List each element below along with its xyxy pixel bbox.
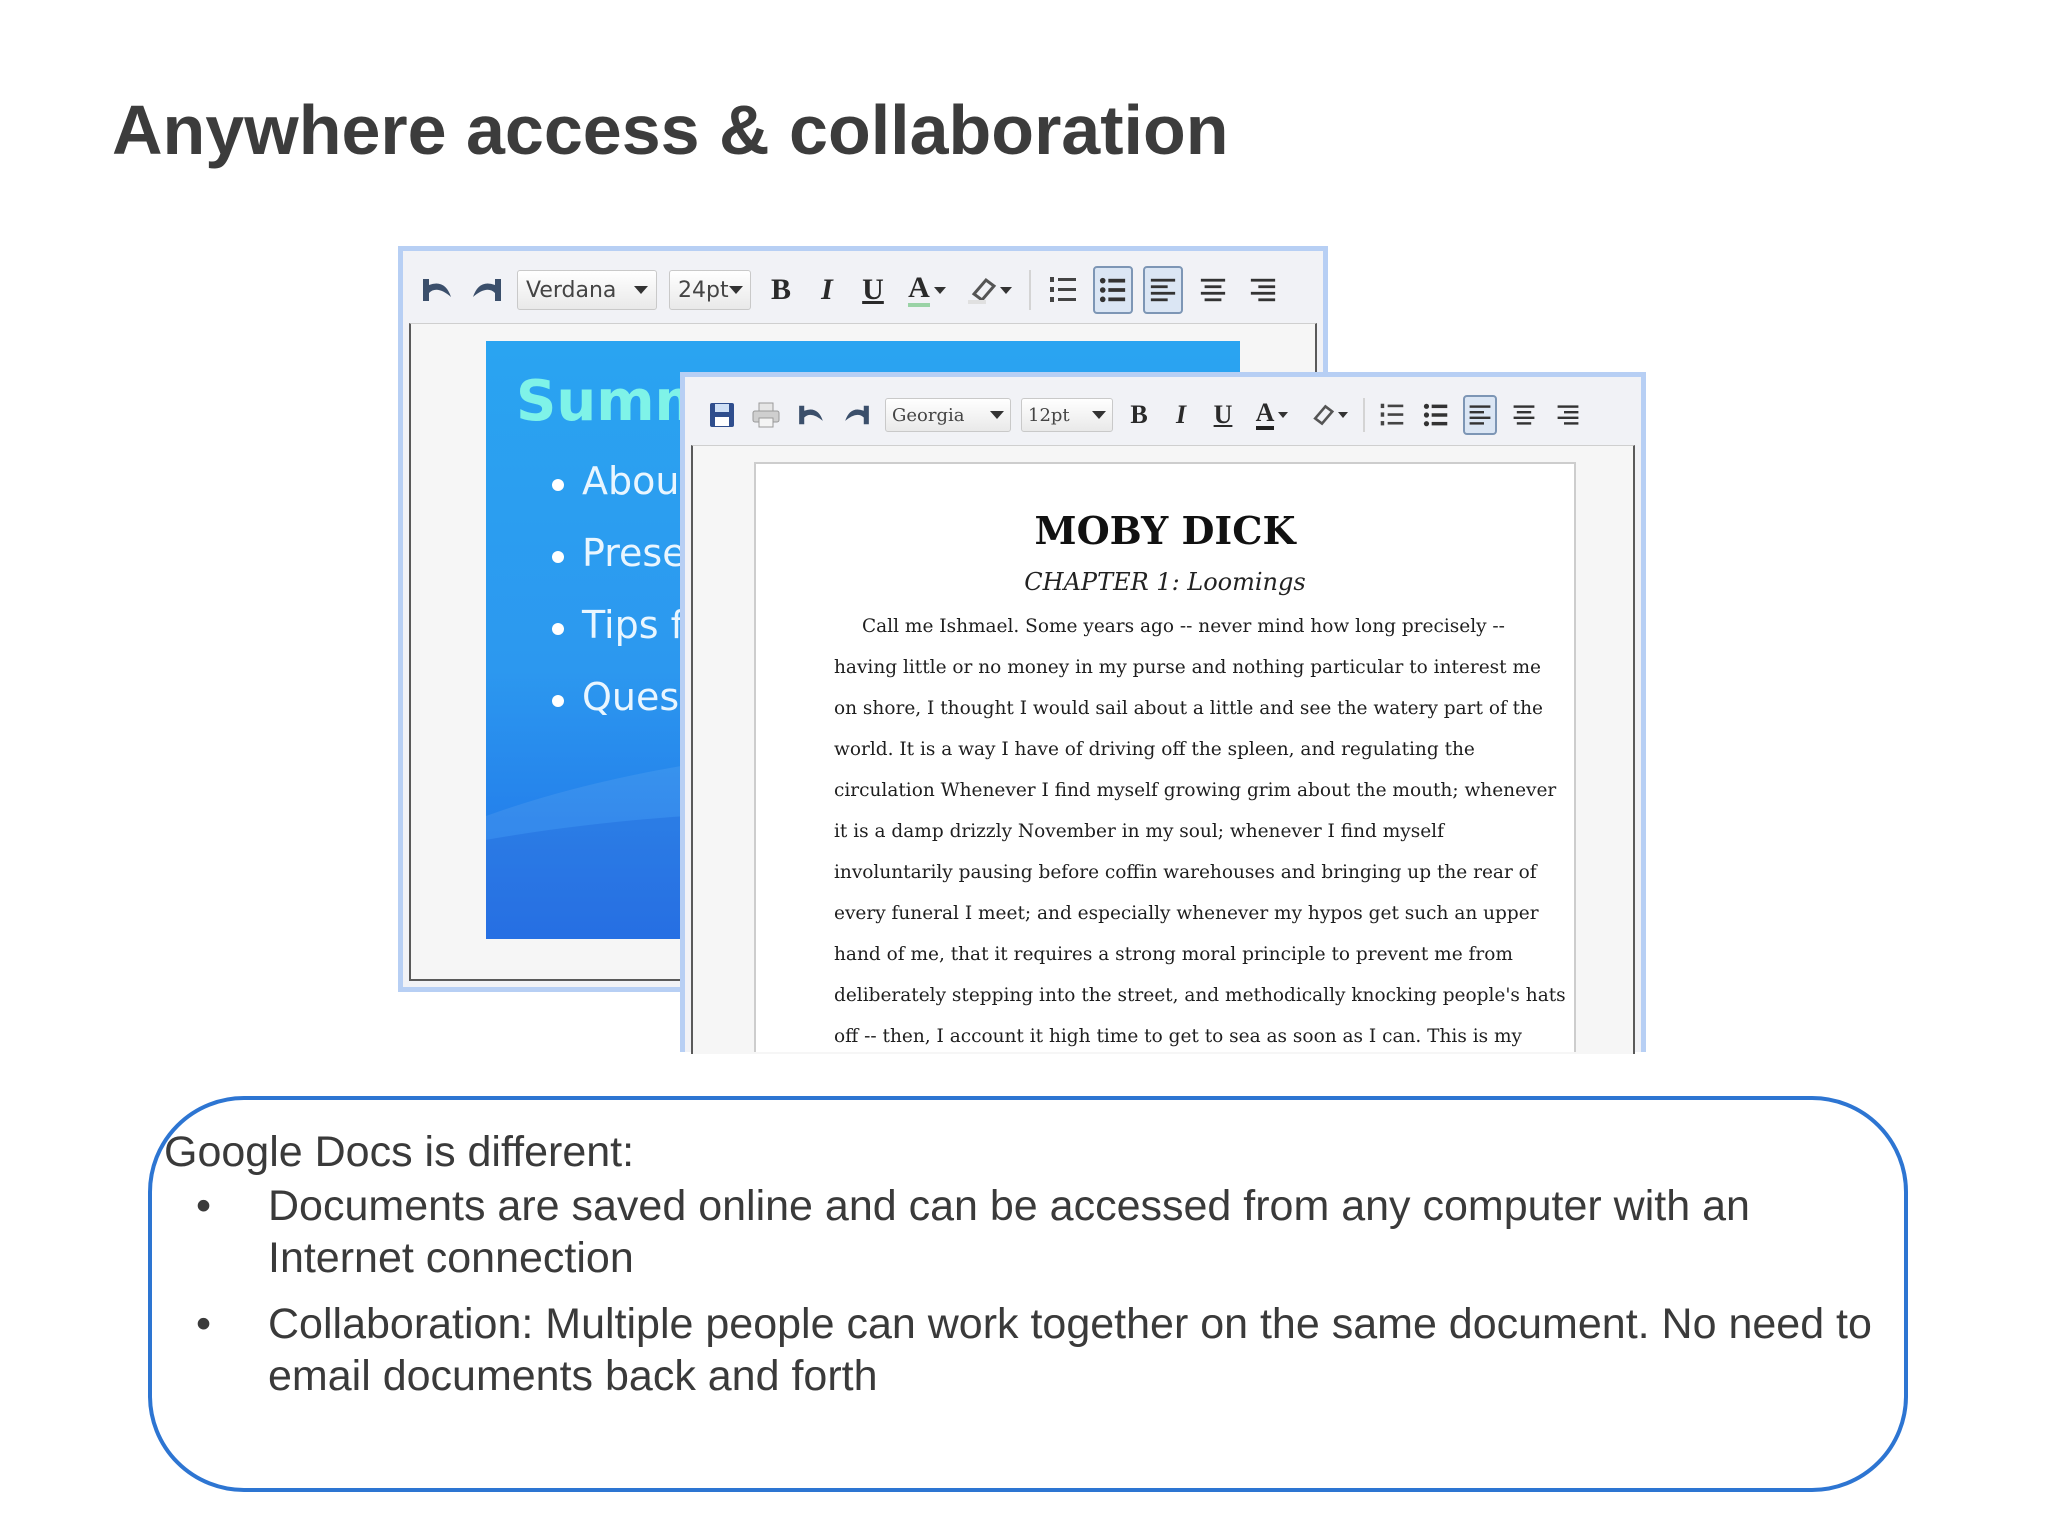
align-left-button[interactable] xyxy=(1143,266,1183,314)
align-center-icon xyxy=(1200,278,1226,302)
highlight-button[interactable] xyxy=(1305,395,1351,435)
document-line: circulation Whenever I find myself growi… xyxy=(834,780,1557,801)
font-family-select[interactable]: Verdana xyxy=(517,270,657,310)
callout-item-text: Collaboration: Multiple people can work … xyxy=(268,1300,1872,1400)
bullet-glyph: • xyxy=(196,1182,212,1230)
document-line: Call me Ishmael. Some years ago -- never… xyxy=(862,616,1505,637)
document-line: involuntarily pausing before coffin ware… xyxy=(834,862,1537,883)
bulleted-list-icon xyxy=(1099,277,1126,303)
document-title: MOBY DICK xyxy=(1034,508,1296,553)
align-right-icon xyxy=(1557,405,1579,425)
document-line: world. It is a way I have of driving off… xyxy=(834,739,1475,760)
undo-icon xyxy=(799,405,823,425)
chevron-down-icon xyxy=(1338,412,1348,418)
bulleted-list-button[interactable] xyxy=(1419,395,1453,435)
highlight-icon xyxy=(968,277,997,304)
align-right-button[interactable] xyxy=(1551,395,1585,435)
align-center-button[interactable] xyxy=(1193,266,1233,314)
font-size-value: 12pt xyxy=(1028,404,1070,426)
document-line: hand of me, that it requires a strong mo… xyxy=(834,944,1513,965)
presentation-toolbar: Verdana 24pt B I U A xyxy=(409,257,1317,323)
document-body: Call me Ishmael. Some years ago -- never… xyxy=(834,606,1566,1052)
bullet-glyph: • xyxy=(196,1300,212,1348)
chevron-down-icon xyxy=(1092,411,1106,419)
italic-button[interactable]: I xyxy=(1165,395,1197,435)
callout-list: • Documents are saved online and can be … xyxy=(196,1180,1888,1402)
chevron-down-icon xyxy=(990,411,1004,419)
text-color-button[interactable]: A xyxy=(1249,395,1295,435)
chevron-down-icon xyxy=(728,286,743,294)
bold-button[interactable]: B xyxy=(1123,395,1155,435)
callout-heading: Google Docs is different: xyxy=(164,1128,635,1176)
numbered-list-icon xyxy=(1380,403,1404,426)
numbered-list-icon xyxy=(1050,277,1076,302)
chevron-down-icon xyxy=(1000,286,1012,294)
document-page[interactable]: MOBY DICK CHAPTER 1: Loomings Call me Is… xyxy=(754,462,1576,1052)
toolbar-divider xyxy=(1029,270,1031,310)
chevron-down-icon xyxy=(634,286,648,294)
align-center-button[interactable] xyxy=(1507,395,1541,435)
redo-button[interactable] xyxy=(839,395,875,435)
align-right-icon xyxy=(1250,278,1276,302)
document-line: on shore, I thought I would sail about a… xyxy=(834,698,1543,719)
font-size-select[interactable]: 24pt xyxy=(669,270,751,310)
undo-icon[interactable] xyxy=(417,266,457,314)
bulleted-list-button[interactable] xyxy=(1093,266,1133,314)
document-line: off -- then, I account it high time to g… xyxy=(834,1026,1522,1047)
callout-list-item: • Collaboration: Multiple people can wor… xyxy=(196,1298,1888,1402)
font-family-select[interactable]: Georgia xyxy=(885,398,1011,432)
text-color-button[interactable]: A xyxy=(901,266,953,314)
document-line: having little or no money in my purse an… xyxy=(834,657,1541,678)
save-icon xyxy=(710,403,734,427)
redo-icon[interactable] xyxy=(467,266,507,314)
toolbar-divider xyxy=(1363,398,1365,432)
chevron-down-icon xyxy=(1278,412,1289,418)
redo-icon xyxy=(845,405,869,425)
underline-button[interactable]: U xyxy=(855,266,891,314)
text-color-icon: A xyxy=(1255,400,1275,430)
undo-button[interactable] xyxy=(793,395,829,435)
document-line: deliberately stepping into the street, a… xyxy=(834,985,1566,1006)
slide-title: Anywhere access & collaboration xyxy=(112,91,1229,169)
highlight-icon xyxy=(1313,404,1335,426)
callout-item-text: Documents are saved online and can be ac… xyxy=(268,1182,1750,1282)
save-button[interactable] xyxy=(705,395,739,435)
font-size-value: 24pt xyxy=(678,277,729,303)
align-left-icon xyxy=(1469,405,1491,425)
align-left-button[interactable] xyxy=(1463,395,1497,435)
document-line: it is a damp drizzly November in my soul… xyxy=(834,821,1444,842)
callout-list-item: • Documents are saved online and can be … xyxy=(196,1180,1888,1284)
bulleted-list-icon xyxy=(1423,403,1448,427)
numbered-list-button[interactable] xyxy=(1375,395,1409,435)
highlight-button[interactable] xyxy=(963,266,1015,314)
bold-button[interactable]: B xyxy=(763,266,799,314)
numbered-list-button[interactable] xyxy=(1043,266,1083,314)
text-color-icon: A xyxy=(908,273,930,307)
document-line: every funeral I meet; and especially whe… xyxy=(834,903,1539,924)
align-left-icon xyxy=(1150,278,1176,302)
chevron-down-icon xyxy=(933,286,946,294)
font-family-value: Georgia xyxy=(892,404,965,426)
document-chapter-heading: CHAPTER 1: Loomings xyxy=(1024,568,1306,596)
align-center-icon xyxy=(1513,405,1535,425)
print-icon xyxy=(752,402,780,428)
document-toolbar: Georgia 12pt B I U A xyxy=(691,383,1635,447)
print-button[interactable] xyxy=(749,395,783,435)
underline-button[interactable]: U xyxy=(1207,395,1239,435)
italic-button[interactable]: I xyxy=(809,266,845,314)
align-right-button[interactable] xyxy=(1243,266,1283,314)
font-size-select[interactable]: 12pt xyxy=(1021,398,1113,432)
font-family-value: Verdana xyxy=(526,277,617,303)
